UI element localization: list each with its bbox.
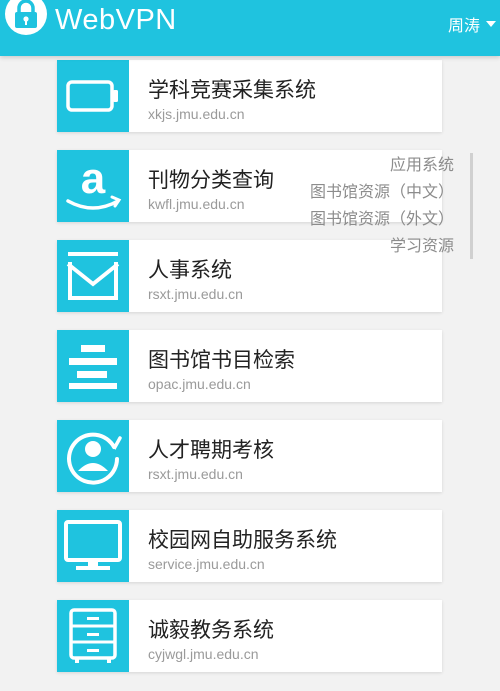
app-name: 诚毅教务系统 (148, 618, 274, 642)
top-bar: WebVPN 周涛 (0, 0, 500, 56)
scrollbar[interactable] (470, 153, 473, 259)
app-url: xkjs.jmu.edu.cn (148, 106, 245, 122)
app-name: 校园网自助服务系统 (148, 528, 337, 552)
monitor-icon (57, 510, 129, 582)
app-card[interactable]: 图书馆书目检索 opac.jmu.edu.cn (57, 330, 442, 402)
app-card[interactable]: 人才聘期考核 rsxt.jmu.edu.cn (57, 420, 442, 492)
app-name: 人才聘期考核 (148, 438, 274, 462)
app-logo-text: WebVPN (55, 4, 177, 36)
stack-icon (57, 330, 129, 402)
amazon-icon: a (57, 150, 129, 222)
category-menu: 应用系统 图书馆资源（中文） 图书馆资源（外文） 学习资源 (310, 151, 454, 259)
cabinet-icon (57, 600, 129, 672)
menu-item-library-foreign[interactable]: 图书馆资源（外文） (310, 205, 454, 232)
app-card[interactable]: 诚毅教务系统 cyjwgl.jmu.edu.cn (57, 600, 442, 672)
user-refresh-icon (57, 420, 129, 492)
app-url: rsxt.jmu.edu.cn (148, 286, 243, 302)
svg-text:a: a (81, 155, 106, 203)
menu-item-apps[interactable]: 应用系统 (310, 151, 454, 178)
app-name: 人事系统 (148, 258, 232, 282)
app-url: cyjwgl.jmu.edu.cn (148, 646, 259, 662)
mail-icon (57, 240, 129, 312)
battery-icon (57, 60, 129, 132)
app-url: service.jmu.edu.cn (148, 556, 265, 572)
app-card[interactable]: 学科竞赛采集系统 xkjs.jmu.edu.cn (57, 60, 442, 132)
app-url: rsxt.jmu.edu.cn (148, 466, 243, 482)
app-name: 图书馆书目检索 (148, 348, 295, 372)
app-url: opac.jmu.edu.cn (148, 376, 251, 392)
menu-item-library-chinese[interactable]: 图书馆资源（中文） (310, 178, 454, 205)
menu-item-learning[interactable]: 学习资源 (310, 232, 454, 259)
chevron-down-icon (486, 21, 496, 27)
user-name: 周涛 (447, 16, 480, 35)
user-menu[interactable]: 周涛 (448, 12, 496, 36)
app-url: kwfl.jmu.edu.cn (148, 196, 245, 212)
app-card[interactable]: 校园网自助服务系统 service.jmu.edu.cn (57, 510, 442, 582)
app-name: 学科竞赛采集系统 (148, 78, 316, 102)
lock-logo-icon (5, 0, 47, 35)
app-name: 刊物分类查询 (148, 168, 274, 192)
